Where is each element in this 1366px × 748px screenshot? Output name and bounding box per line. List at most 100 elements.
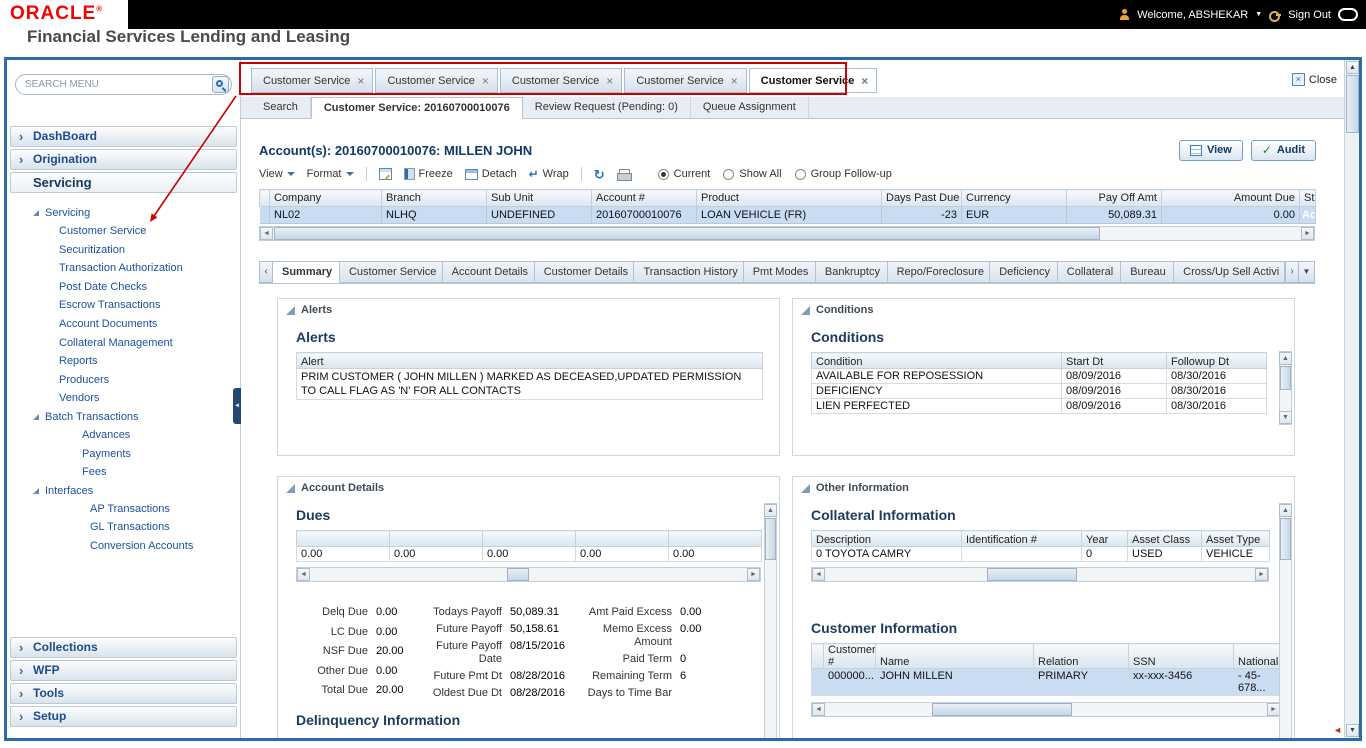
tab-pmt-modes[interactable]: Pmt Modes (744, 261, 816, 283)
scrollbar-thumb[interactable] (987, 568, 1077, 581)
scroll-left-button[interactable]: ◄ (812, 568, 825, 581)
tree-item-fees[interactable]: Fees (7, 463, 240, 482)
welcome-menu[interactable]: Welcome, ABSHEKAR (1137, 9, 1248, 21)
close-tab-icon[interactable]: × (861, 76, 868, 86)
tree-item-vendors[interactable]: Vendors (7, 389, 240, 408)
tab-cross-up-sell[interactable]: Cross/Up Sell Activi (1174, 261, 1285, 283)
alerts-panel-header[interactable]: Alerts (278, 299, 779, 321)
scrollbar-thumb[interactable] (1280, 518, 1291, 560)
tree-item-customer-service[interactable]: Customer Service (7, 222, 240, 241)
grid-horizontal-scrollbar[interactable]: ◄ ► (259, 226, 1315, 241)
column-header-currency[interactable]: Currency (962, 190, 1067, 207)
scroll-left-indicator-icon[interactable]: ◄ (1333, 725, 1342, 735)
main-vertical-scrollbar[interactable]: ▲ ▼ (1344, 60, 1359, 738)
tabs-scroll-left-button[interactable]: ‹ (259, 261, 273, 283)
scroll-down-button[interactable]: ▼ (1279, 411, 1292, 424)
scrollbar-thumb[interactable] (932, 703, 1072, 716)
sidebar-collapse-handle[interactable]: ◄ (233, 388, 241, 424)
tree-item-ap-transactions[interactable]: AP Transactions (7, 500, 240, 519)
tab-transaction-history[interactable]: Transaction History (634, 261, 743, 283)
scroll-up-button[interactable]: ▲ (764, 504, 777, 517)
detach-button[interactable]: Detach (465, 168, 517, 180)
tree-item-account-documents[interactable]: Account Documents (7, 315, 240, 334)
column-header-identification[interactable]: Identification # (962, 531, 1082, 547)
scroll-right-button[interactable]: ► (1301, 227, 1314, 240)
freeze-button[interactable]: Freeze (404, 168, 453, 180)
sidebar-item-origination[interactable]: ›Origination (10, 149, 237, 170)
search-button[interactable] (212, 76, 229, 93)
tree-item-collateral-management[interactable]: Collateral Management (7, 334, 240, 353)
column-header-amount-due[interactable]: Amount Due (1162, 190, 1300, 207)
tree-group-batch-transactions[interactable]: Batch Transactions (7, 408, 240, 426)
column-header-status[interactable]: St (1300, 190, 1316, 207)
tab-bureau[interactable]: Bureau (1121, 261, 1174, 283)
tab-deficiency[interactable]: Deficiency (990, 261, 1058, 283)
row-selector[interactable] (260, 207, 270, 224)
scroll-up-button[interactable]: ▲ (1346, 61, 1359, 74)
account-row[interactable]: NL02 NLHQ UNDEFINED 20160700010076 LOAN … (260, 207, 1316, 224)
column-header-year[interactable]: Year (1082, 531, 1128, 547)
tabs-overflow-menu-button[interactable]: ▼ (1299, 261, 1315, 283)
column-header-days-past-due[interactable]: Days Past Due (882, 190, 962, 207)
other-information-scrollbar[interactable]: ▲ (1279, 503, 1292, 738)
tree-item-conversion-accounts[interactable]: Conversion Accounts (7, 537, 240, 556)
window-tab-customer-service-2[interactable]: Customer Service× (375, 68, 497, 93)
sidebar-item-tools[interactable]: ›Tools (10, 683, 237, 704)
tab-review-request[interactable]: Review Request (Pending: 0) (523, 97, 691, 118)
view-button[interactable]: View (1179, 140, 1243, 161)
column-header-description[interactable]: Description (812, 531, 962, 547)
tab-summary[interactable]: Summary (273, 261, 340, 283)
tree-group-servicing[interactable]: Servicing (7, 204, 240, 222)
scroll-left-button[interactable]: ◄ (812, 703, 825, 716)
refresh-icon[interactable]: ↻ (594, 168, 605, 181)
tab-account-details[interactable]: Account Details (443, 261, 535, 283)
column-header-sub-unit[interactable]: Sub Unit (487, 190, 592, 207)
dues-horizontal-scrollbar[interactable]: ◄ ► (296, 567, 761, 582)
scroll-right-button[interactable]: ► (1255, 568, 1268, 581)
sidebar-item-wfp[interactable]: ›WFP (10, 660, 237, 681)
export-icon[interactable] (379, 168, 392, 180)
close-button[interactable]: × Close (1292, 73, 1337, 86)
tab-customer-service-account[interactable]: Customer Service: 20160700010076 (311, 97, 523, 119)
dues-row[interactable]: 0.00 0.00 0.00 0.00 0.00 (297, 547, 762, 562)
collateral-row[interactable]: 0 TOYOTA CAMRY 0 USED VEHICLE (812, 547, 1270, 562)
customer-horizontal-scrollbar[interactable]: ◄ ► (811, 702, 1281, 717)
window-tab-customer-service-1[interactable]: Customer Service× (251, 68, 373, 93)
column-header-customer-number[interactable]: Customer # (824, 644, 876, 669)
tab-customer-details[interactable]: Customer Details (535, 261, 635, 283)
account-details-panel-header[interactable]: Account Details (278, 477, 779, 499)
column-header-asset-type[interactable]: Asset Type (1202, 531, 1270, 547)
sidebar-item-servicing[interactable]: Servicing (10, 172, 237, 193)
view-menu[interactable]: View (259, 168, 295, 180)
tree-group-interfaces[interactable]: Interfaces (7, 482, 240, 500)
column-header-name[interactable]: Name (876, 644, 1034, 669)
close-tab-icon[interactable]: × (482, 76, 489, 86)
scrollbar-thumb[interactable] (507, 568, 529, 581)
conditions-scrollbar[interactable]: ▲ ▼ (1279, 351, 1292, 425)
column-header-product[interactable]: Product (697, 190, 882, 207)
tree-item-advances[interactable]: Advances (7, 426, 240, 445)
tree-item-escrow-transactions[interactable]: Escrow Transactions (7, 296, 240, 315)
wrap-button[interactable]: ↵Wrap (529, 168, 569, 180)
column-header-alert[interactable]: Alert (297, 353, 763, 369)
radio-show-all[interactable] (723, 169, 734, 180)
window-tab-customer-service-3[interactable]: Customer Service× (500, 68, 622, 93)
tree-item-reports[interactable]: Reports (7, 352, 240, 371)
print-icon[interactable] (617, 169, 630, 180)
alert-row[interactable]: PRIM CUSTOMER ( JOHN MILLEN ) MARKED AS … (297, 369, 763, 400)
other-information-panel-header[interactable]: Other Information (793, 477, 1294, 499)
scroll-right-button[interactable]: ► (747, 568, 760, 581)
tab-collateral[interactable]: Collateral (1058, 261, 1121, 283)
window-tab-customer-service-5[interactable]: Customer Service× (749, 68, 878, 93)
scrollbar-thumb[interactable] (765, 518, 776, 560)
tab-customer-service[interactable]: Customer Service (340, 261, 443, 283)
tree-item-securitization[interactable]: Securitization (7, 241, 240, 260)
sidebar-item-setup[interactable]: ›Setup (10, 706, 237, 727)
tab-search[interactable]: Search (251, 97, 311, 118)
scroll-up-button[interactable]: ▲ (1279, 352, 1292, 365)
tab-queue-assignment[interactable]: Queue Assignment (691, 97, 809, 118)
column-header-branch[interactable]: Branch (382, 190, 487, 207)
format-menu[interactable]: Format (307, 168, 354, 180)
conditions-panel-header[interactable]: Conditions (793, 299, 1294, 321)
scroll-left-button[interactable]: ◄ (297, 568, 310, 581)
